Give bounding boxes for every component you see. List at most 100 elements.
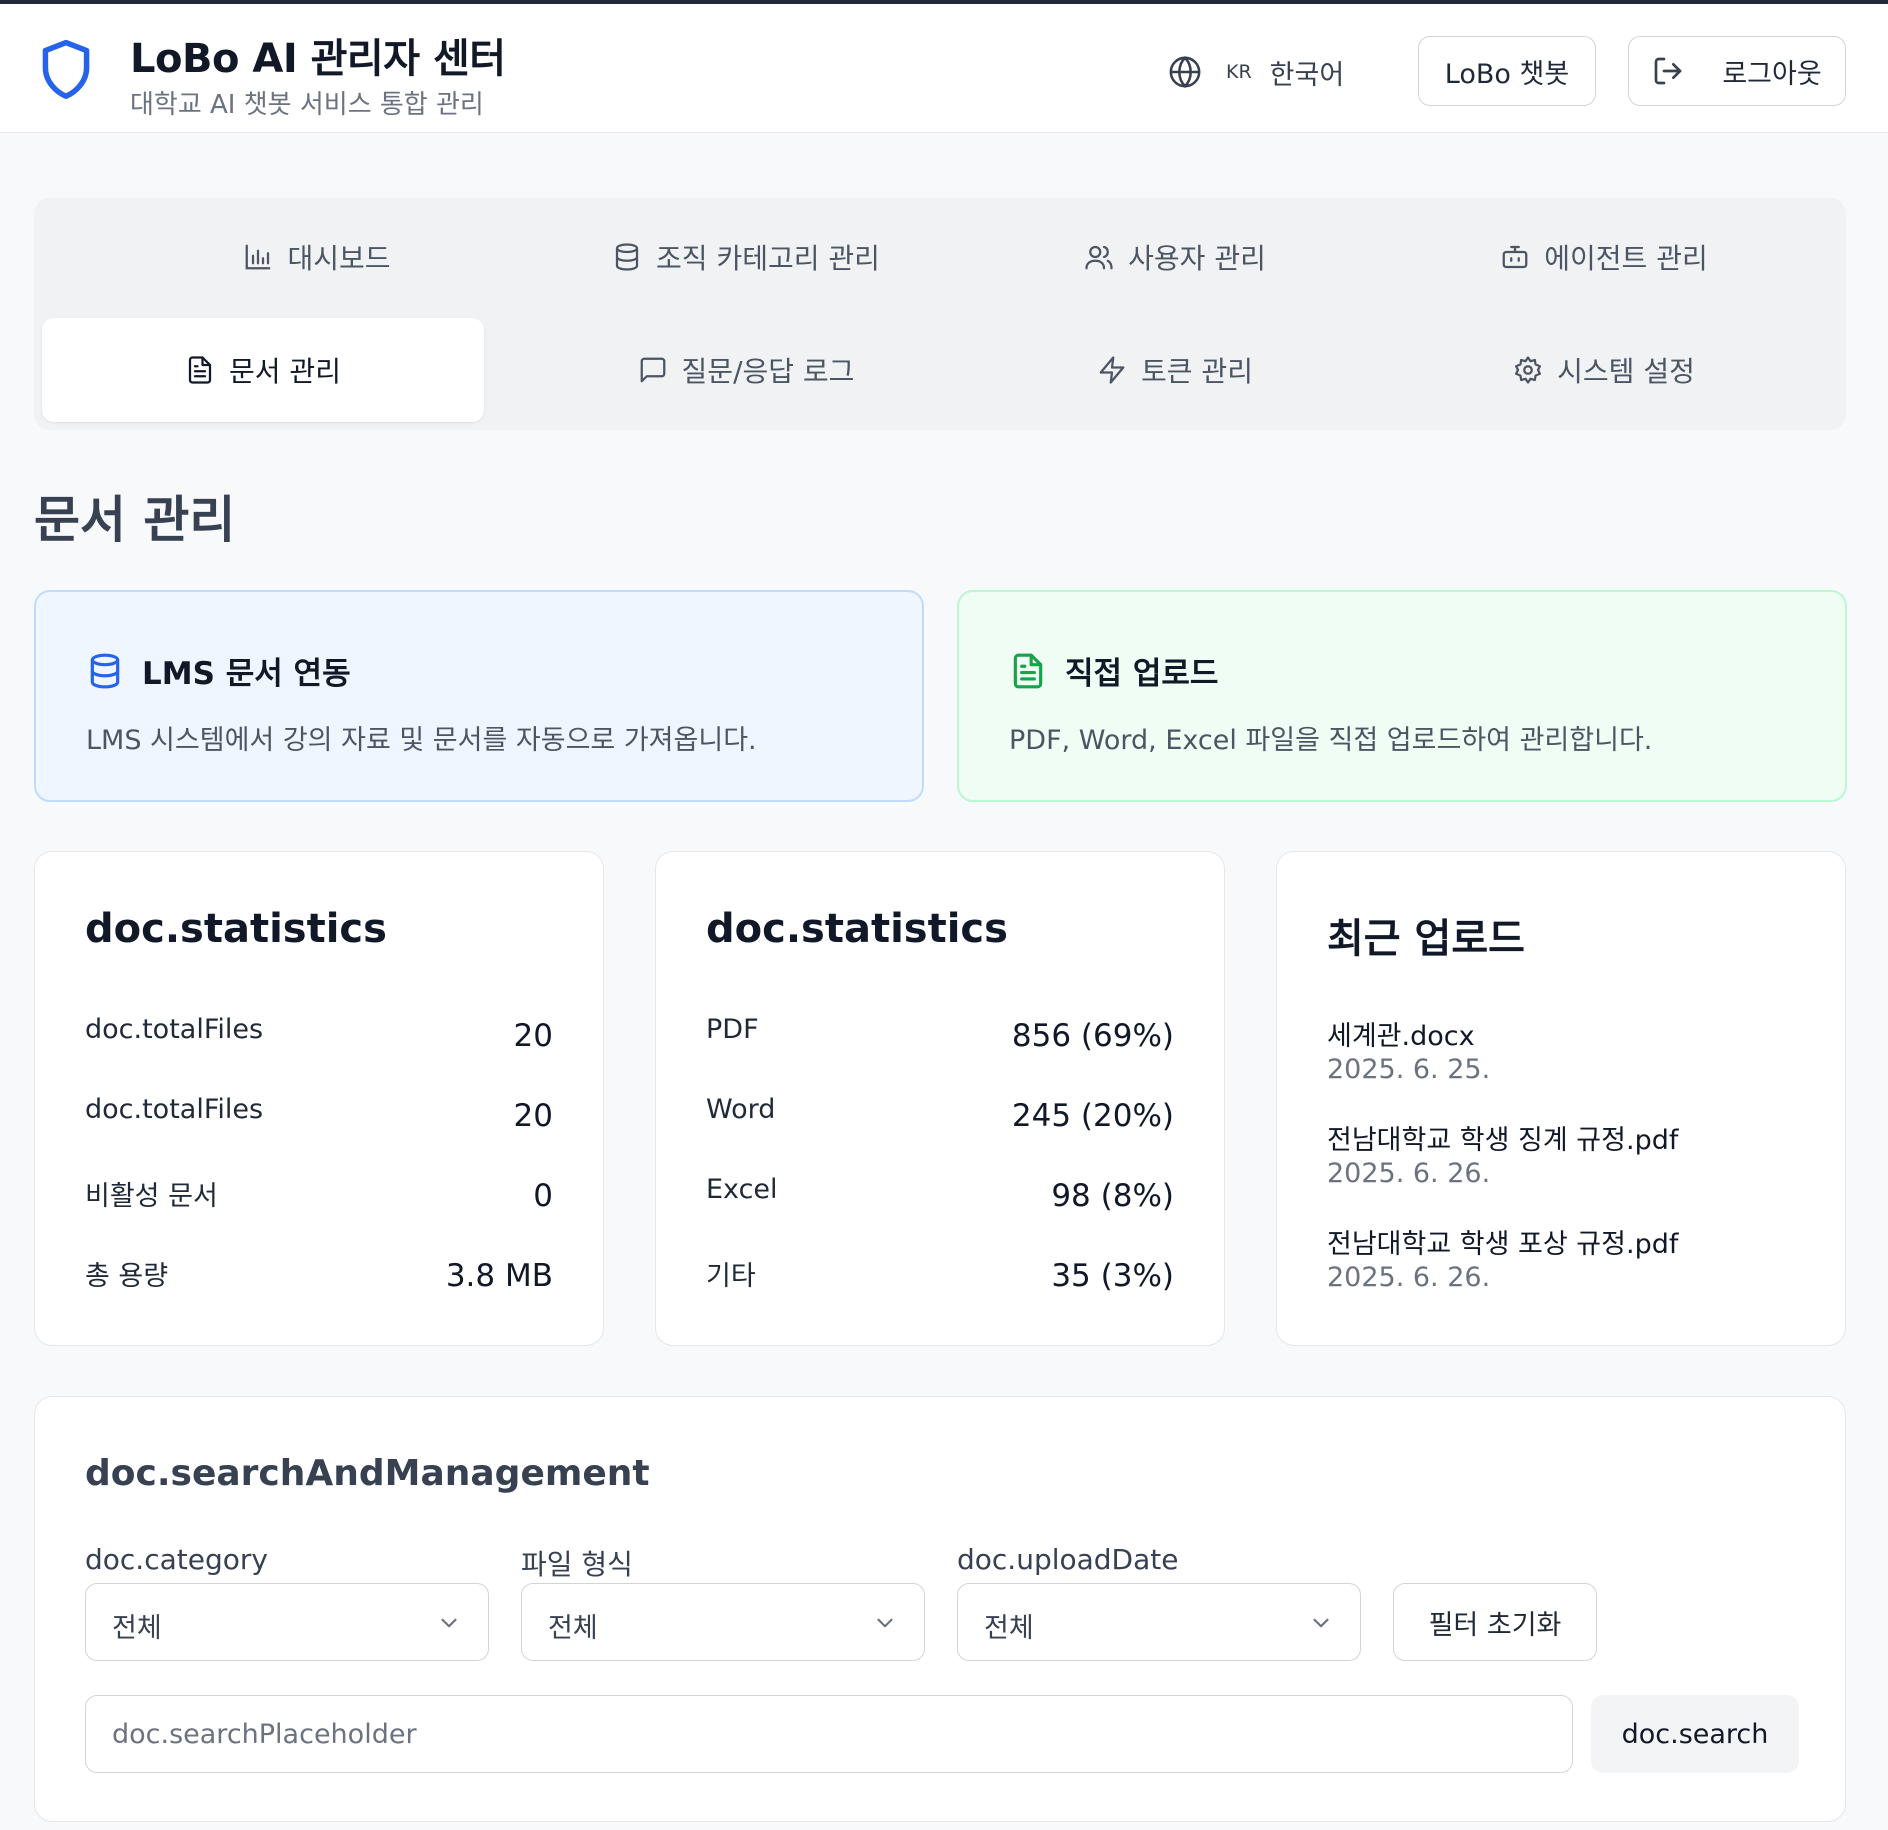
card-title: 최근 업로드: [1327, 916, 1525, 962]
stat-label: doc.totalFiles: [85, 1014, 264, 1045]
stat-value: 35 (3%): [1051, 1258, 1174, 1294]
tab-documents[interactable]: 문서 관리: [42, 318, 484, 422]
category-select[interactable]: 전체: [85, 1583, 489, 1661]
tab-system-settings[interactable]: 시스템 설정: [1383, 318, 1825, 422]
tab-label: 에이전트 관리: [1544, 242, 1708, 275]
language-code: KR: [1226, 61, 1252, 83]
file-text-icon: [188, 356, 212, 384]
stat-row: doc.totalFiles 20: [85, 1014, 553, 1054]
stat-value: 20: [513, 1018, 553, 1054]
app-subtitle: 대학교 AI 챗봇 서비스 통합 관리: [130, 90, 484, 120]
recent-file-name[interactable]: 전남대학교 학생 포상 규정.pdf: [1327, 1222, 1678, 1261]
recent-file-name[interactable]: 세계관.docx: [1327, 1014, 1475, 1053]
search-button-label: doc.search: [1621, 1718, 1769, 1750]
tab-label: 문서 관리: [229, 355, 341, 388]
select-value: 전체: [984, 1613, 1034, 1644]
select-value: 전체: [112, 1613, 162, 1644]
recent-uploads-card: 최근 업로드 세계관.docx 2025. 6. 25. 전남대학교 학생 징계…: [1276, 851, 1846, 1346]
recent-file-date: 2025. 6. 26.: [1327, 1262, 1491, 1293]
chevron-down-icon: [441, 1618, 457, 1628]
language-name: 한국어: [1269, 59, 1345, 91]
stat-label: 비활성 문서: [85, 1181, 218, 1212]
tab-qa-log[interactable]: 질문/응답 로그: [525, 318, 967, 422]
stat-value: 0: [533, 1178, 553, 1214]
tab-tokens[interactable]: 토큰 관리: [954, 318, 1396, 422]
stat-label: Excel: [706, 1174, 778, 1205]
reset-filters-button[interactable]: 필터 초기화: [1393, 1583, 1597, 1661]
file-type-filter-label: 파일 형식: [521, 1548, 633, 1581]
direct-upload-card[interactable]: 직접 업로드 PDF, Word, Excel 파일을 직접 업로드하여 관리합…: [957, 590, 1847, 802]
search-management-section: doc.searchAndManagement doc.category 전체 …: [34, 1396, 1846, 1822]
stat-label: Word: [706, 1094, 776, 1125]
card-title: doc.statistics: [706, 906, 1008, 952]
language-selector[interactable]: KR 한국어: [1168, 50, 1344, 94]
admin-nav-tabs: 대시보드 조직 카테고리 관리 사용자 관리 에이전트 관리 문서 관리 질문/…: [34, 198, 1846, 430]
lms-card-description: LMS 시스템에서 강의 자료 및 문서를 자동으로 가져옵니다.: [86, 725, 757, 756]
app-title: LoBo AI 관리자 센터: [130, 36, 506, 82]
chevron-down-icon: [1313, 1618, 1329, 1628]
settings-icon: [1515, 356, 1542, 384]
upload-date-select[interactable]: 전체: [957, 1583, 1361, 1661]
lms-integration-card[interactable]: LMS 문서 연동 LMS 시스템에서 강의 자료 및 문서를 자동으로 가져옵…: [34, 590, 924, 802]
recent-file-date: 2025. 6. 26.: [1327, 1158, 1491, 1189]
chatbot-button[interactable]: LoBo 챗봇: [1418, 36, 1596, 106]
stat-row: PDF 856 (69%): [706, 1014, 1174, 1054]
globe-icon: [1169, 56, 1201, 88]
stat-value: 20: [513, 1098, 553, 1134]
chevron-down-icon: [877, 1618, 893, 1628]
category-filter-label: doc.category: [85, 1543, 268, 1576]
recent-file-date: 2025. 6. 25.: [1327, 1054, 1491, 1085]
chatbot-button-label: LoBo 챗봇: [1444, 58, 1570, 90]
card-title: doc.statistics: [85, 906, 387, 952]
search-button[interactable]: doc.search: [1591, 1695, 1799, 1773]
database-icon: [615, 243, 639, 271]
tab-agents[interactable]: 에이전트 관리: [1383, 205, 1825, 309]
stat-row: Excel 98 (8%): [706, 1174, 1174, 1214]
section-title: doc.searchAndManagement: [85, 1453, 650, 1494]
recent-file-name[interactable]: 전남대학교 학생 징계 규정.pdf: [1327, 1118, 1678, 1157]
stat-value: 856 (69%): [1011, 1018, 1174, 1054]
stat-row: Word 245 (20%): [706, 1094, 1174, 1134]
bar-chart-icon: [246, 244, 271, 270]
shield-icon: [42, 39, 90, 100]
logout-icon: [1654, 57, 1682, 85]
stat-value: 3.8 MB: [445, 1258, 553, 1294]
stat-row: 총 용량 3.8 MB: [85, 1254, 553, 1294]
file-text-icon: [1013, 653, 1043, 688]
logout-button[interactable]: 로그아웃: [1628, 36, 1846, 106]
stat-label: PDF: [706, 1014, 759, 1045]
stat-value: 98 (8%): [1051, 1178, 1174, 1214]
stat-value: 245 (20%): [1011, 1098, 1174, 1134]
file-type-stats-card: doc.statistics PDF 856 (69%) Word 245 (2…: [655, 851, 1225, 1346]
page-title: 문서 관리: [34, 491, 236, 549]
stat-row: doc.totalFiles 20: [85, 1094, 553, 1134]
bot-icon: [1502, 245, 1528, 269]
stat-row: 비활성 문서 0: [85, 1174, 553, 1214]
lms-card-title: LMS 문서 연동: [142, 656, 351, 692]
tab-label: 시스템 설정: [1557, 355, 1695, 388]
upload-card-description: PDF, Word, Excel 파일을 직접 업로드하여 관리합니다.: [1009, 725, 1653, 756]
tab-dashboard[interactable]: 대시보드: [96, 205, 538, 309]
document-stats-card: doc.statistics doc.totalFiles 20 doc.tot…: [34, 851, 604, 1346]
logout-button-label: 로그아웃: [1722, 58, 1822, 90]
tab-label: 대시보드: [287, 242, 391, 275]
database-icon: [90, 653, 120, 688]
zap-icon: [1099, 356, 1125, 384]
search-input[interactable]: [85, 1695, 1573, 1773]
tab-label: 질문/응답 로그: [681, 355, 855, 388]
reset-button-label: 필터 초기화: [1428, 1609, 1562, 1641]
app-header: LoBo AI 관리자 센터 대학교 AI 챗봇 서비스 통합 관리 KR 한국…: [0, 4, 1888, 133]
stat-label: 총 용량: [85, 1261, 169, 1292]
users-icon: [1085, 245, 1113, 270]
tab-label: 사용자 관리: [1128, 242, 1266, 275]
upload-card-title: 직접 업로드: [1065, 656, 1219, 692]
file-type-select[interactable]: 전체: [521, 1583, 925, 1661]
tab-label: 토큰 관리: [1141, 355, 1253, 388]
tab-users[interactable]: 사용자 관리: [954, 205, 1396, 309]
stat-label: doc.totalFiles: [85, 1094, 264, 1125]
tab-label: 조직 카테고리 관리: [656, 242, 880, 275]
tab-org-category[interactable]: 조직 카테고리 관리: [525, 205, 967, 309]
stat-label: 기타: [706, 1261, 756, 1292]
message-square-icon: [640, 357, 665, 383]
upload-date-filter-label: doc.uploadDate: [957, 1543, 1179, 1576]
